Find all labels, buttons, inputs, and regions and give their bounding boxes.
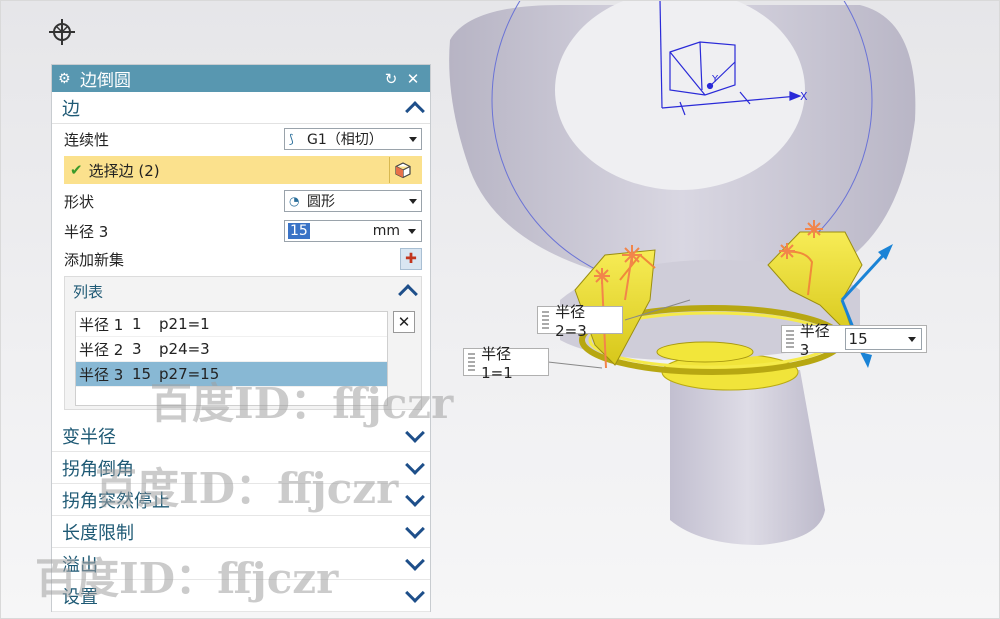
window-border xyxy=(0,0,1000,619)
